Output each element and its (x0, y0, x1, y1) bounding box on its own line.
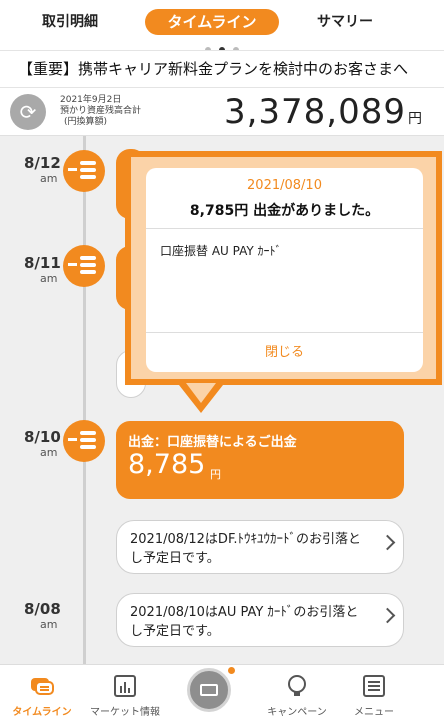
popup-date: 2021/08/10 (247, 178, 322, 193)
nav-campaign[interactable]: キャンペーン (257, 665, 337, 720)
timeline-ampm: am (40, 172, 58, 185)
scheduled-debit-text: 2021/08/10はAU PAY ｶｰﾄﾞのお引落とし予定日です。 (130, 605, 359, 639)
timeline-ampm: am (40, 618, 58, 631)
nav-timeline[interactable]: タイムライン (2, 665, 82, 720)
scheduled-debit-card[interactable]: 2021/08/12はDF.ﾄｳｷﾕｳｶｰﾄﾞのお引落とし予定日です。 (116, 520, 404, 574)
nav-label: タイムライン (12, 707, 72, 718)
scheduled-debit-text: 2021/08/12はDF.ﾄｳｷﾕｳｶｰﾄﾞのお引落とし予定日です。 (130, 532, 361, 566)
chevron-right-icon (379, 607, 396, 624)
coin-shape (79, 167, 97, 173)
minus-bar (68, 263, 77, 266)
close-button[interactable]: 閉じる (146, 333, 423, 372)
nav-label: マーケット情報 (90, 707, 160, 718)
tab-summary[interactable]: サマリー (300, 9, 390, 35)
coin-shape (79, 444, 97, 450)
popup-title: 8,785円 出金がありました。 (189, 203, 380, 219)
balance-date: 2021年9月2日 (60, 95, 122, 105)
important-notice-banner[interactable]: 【重要】携帯キャリア新料金プランを検討中のお客さまへ (0, 50, 444, 88)
tab-details[interactable]: 取引明細 (20, 9, 120, 35)
scheduled-debit-card[interactable]: 2021/08/10はAU PAY ｶｰﾄﾞのお引落とし予定日です。 (116, 593, 404, 647)
coins-icon (63, 420, 105, 462)
bar-chart-icon (114, 675, 136, 697)
withdrawal-unit: 円 (210, 468, 221, 481)
transaction-popup: 2021/08/10 8,785円 出金がありました。 口座振替 AU PAY … (146, 168, 423, 372)
timeline-line (83, 136, 86, 666)
menu-list-icon (363, 675, 385, 697)
coin-shape (79, 269, 97, 275)
card-action-button[interactable] (187, 668, 231, 712)
minus-bar (68, 168, 77, 171)
balance-label: 預かり資産残高合計 (60, 106, 142, 116)
balance-unit: 円 (408, 111, 422, 127)
balance-sublabel: (円換算額) (64, 117, 108, 127)
timeline-ampm: am (40, 272, 58, 285)
withdrawal-amount: 8,785 (128, 449, 206, 480)
callout-tail-inner (186, 383, 216, 403)
tab-timeline[interactable]: タイムライン (145, 9, 279, 35)
divider (146, 228, 423, 229)
coin-shape (79, 160, 97, 166)
nav-menu[interactable]: メニュー (334, 665, 414, 720)
timeline-ampm: am (40, 446, 58, 459)
timeline-date: 8/10 (24, 428, 61, 446)
balance-summary: ⟳ 2021年9月2日 預かり資産残高合計 (円換算額) 3,378,089 円 (0, 88, 444, 136)
coin-shape (79, 174, 97, 180)
coin-shape (79, 430, 97, 436)
refresh-icon[interactable]: ⟳ (10, 94, 46, 130)
chevron-right-icon (379, 534, 396, 551)
notification-dot (228, 667, 235, 674)
app-screen: 取引明細 タイムライン サマリー 【重要】携帯キャリア新料金プランを検討中のお客… (0, 0, 444, 720)
balance-info: 2021年9月2日 預かり資産残高合計 (円換算額) (60, 95, 141, 128)
coin-shape (79, 437, 97, 443)
minus-bar (68, 438, 77, 441)
coin-shape (79, 262, 97, 268)
withdrawal-card[interactable]: 出金：口座振替によるご出金 8,785 円 (116, 421, 404, 499)
withdrawal-title: 出金：口座振替によるご出金 (128, 435, 297, 450)
nav-label: キャンペーン (267, 707, 327, 718)
balance-amount: 3,378,089 (223, 92, 406, 132)
nav-market[interactable]: マーケット情報 (85, 665, 165, 720)
timeline-date: 8/08 (24, 600, 61, 618)
coin-shape (79, 255, 97, 261)
chat-bubbles-icon (31, 678, 54, 695)
coins-icon (63, 245, 105, 287)
timeline-date: 8/11 (24, 254, 61, 272)
top-tab-bar: 取引明細 タイムライン サマリー (0, 0, 444, 53)
popup-body: 口座振替 AU PAY ｶｰﾄﾞ (160, 244, 282, 258)
coins-icon (63, 150, 105, 192)
lightbulb-icon (288, 675, 306, 696)
nav-label: メニュー (354, 707, 394, 718)
timeline-date: 8/12 (24, 154, 61, 172)
credit-card-icon (200, 684, 218, 696)
